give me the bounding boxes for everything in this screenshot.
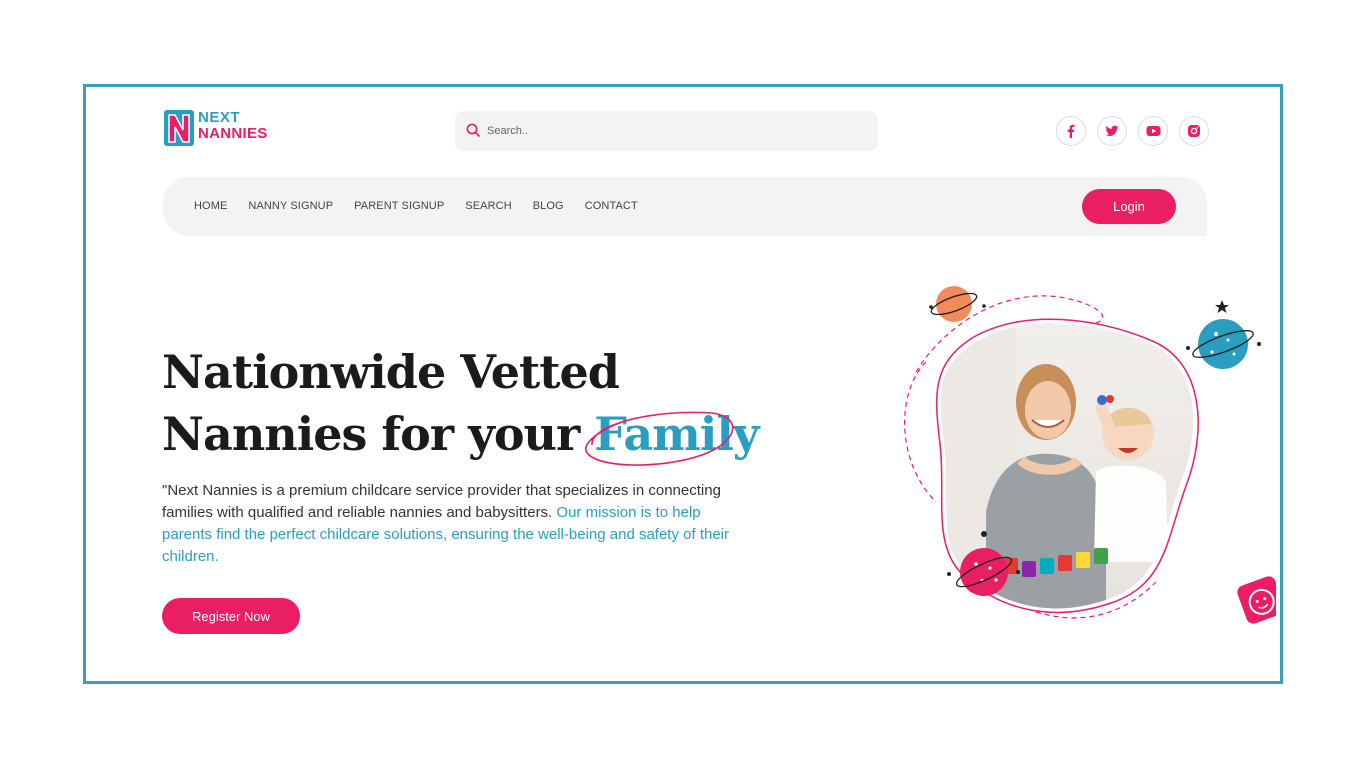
search-bar — [455, 111, 878, 151]
nav-item-parent-signup[interactable]: PARENT SIGNUP — [354, 200, 444, 212]
hero-title-line2: Nannies for your — [162, 407, 595, 461]
hero-title: Nationwide Vetted Nannies for your Famil… — [162, 341, 762, 466]
nav-links: HOME NANNY SIGNUP PARENT SIGNUP SEARCH B… — [194, 200, 659, 212]
nav-item-nanny-signup[interactable]: NANNY SIGNUP — [248, 200, 333, 212]
nav-item-contact[interactable]: CONTACT — [585, 200, 638, 212]
hero-title-accent: Family — [585, 407, 760, 466]
youtube-icon[interactable] — [1138, 116, 1168, 146]
social-links — [1056, 116, 1209, 146]
brand-name: NEXT NANNIES — [198, 110, 268, 142]
login-button[interactable]: Login — [1082, 189, 1176, 224]
brand-mark-icon — [164, 110, 194, 146]
nav-item-home[interactable]: HOME — [194, 200, 227, 212]
search-icon[interactable] — [466, 123, 480, 137]
hero-title-line1: Nationwide Vetted — [162, 345, 620, 399]
hero-illustration — [904, 286, 1276, 624]
nav-item-search[interactable]: SEARCH — [465, 200, 511, 212]
planet-orange-icon — [929, 286, 986, 322]
baby-face-badge-icon — [1237, 576, 1276, 624]
facebook-icon[interactable] — [1056, 116, 1086, 146]
planet-blue-icon — [1186, 300, 1261, 369]
main-nav: HOME NANNY SIGNUP PARENT SIGNUP SEARCH B… — [163, 177, 1207, 236]
hero-title-accent-text: Family — [594, 407, 759, 461]
brand-logo[interactable]: NEXT NANNIES — [162, 108, 278, 152]
register-now-button[interactable]: Register Now — [162, 598, 300, 634]
brand-line2: NANNIES — [198, 125, 268, 142]
dashed-outline-left — [904, 361, 937, 503]
brand-line1: NEXT — [198, 109, 241, 126]
search-input[interactable] — [487, 119, 867, 143]
twitter-icon[interactable] — [1097, 116, 1127, 146]
hero-description: "Next Nannies is a premium childcare ser… — [162, 480, 732, 568]
page-frame: NEXT NANNIES HOME NANNY SIGNUP PARENT S — [83, 84, 1283, 684]
nav-item-blog[interactable]: BLOG — [533, 200, 564, 212]
instagram-icon[interactable] — [1179, 116, 1209, 146]
